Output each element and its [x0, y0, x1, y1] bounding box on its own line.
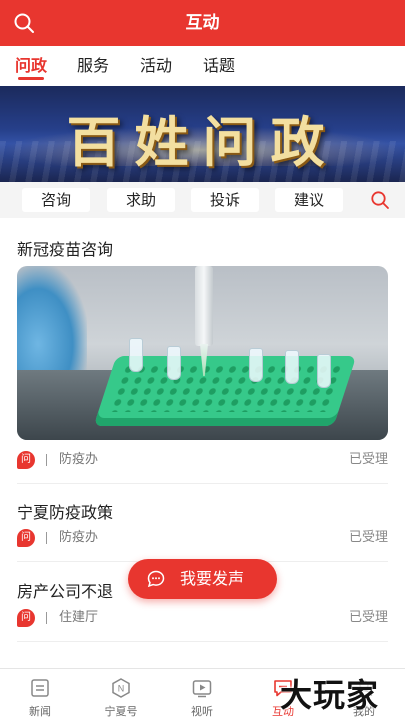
search-icon[interactable] [370, 190, 390, 210]
test-tube [167, 346, 181, 380]
question-badge: 问 [17, 609, 35, 627]
status-label: 已受理 [348, 530, 388, 545]
test-tube [129, 338, 143, 372]
post-meta: 问 防疫办 已受理 [17, 529, 388, 547]
status-label: 已受理 [348, 610, 388, 625]
tab-huati[interactable]: 话题 [203, 52, 235, 76]
department-label: 住建厅 [59, 610, 99, 625]
speak-up-label: 我要发声 [180, 569, 245, 588]
department-label: 防疫办 [59, 530, 99, 545]
video-icon [192, 680, 212, 698]
svg-text:N: N [118, 684, 125, 694]
post-title[interactable]: 宁夏防疫政策 [17, 499, 113, 523]
tab-fuwu[interactable]: 服务 [77, 52, 109, 76]
nav-video[interactable]: 视听 [172, 669, 232, 720]
category-help-button[interactable]: 求助 [107, 188, 175, 212]
divider [17, 483, 388, 484]
divider [17, 641, 388, 642]
watermark: 大玩家 [280, 676, 380, 714]
meta-separator [46, 532, 47, 544]
nav-news-label: 新闻 [29, 705, 51, 718]
category-consult-button[interactable]: 咨询 [22, 188, 90, 212]
post-title[interactable]: 房产公司不退 [17, 578, 113, 602]
banner-title: 百姓问政 [66, 110, 339, 174]
test-tube [317, 354, 331, 388]
meta-separator [46, 612, 47, 624]
page-title: 互动 [185, 13, 220, 33]
tab-huodong[interactable]: 活动 [140, 52, 172, 76]
category-suggest-button[interactable]: 建议 [275, 188, 343, 212]
category-bar: 咨询 求助 投诉 建议 [0, 182, 405, 218]
meta-separator [46, 454, 47, 466]
app-header: 互动 [0, 0, 405, 46]
post-meta: 问 防疫办 已受理 [17, 451, 388, 469]
nav-news[interactable]: 新闻 [10, 669, 70, 720]
speak-up-button[interactable]: 我要发声 [128, 559, 277, 599]
ningxia-hao-icon: N [112, 678, 130, 698]
pipette [195, 266, 213, 346]
nav-video-label: 视听 [191, 705, 213, 718]
post-meta: 问 住建厅 已受理 [17, 609, 388, 627]
question-badge: 问 [17, 451, 35, 469]
post-title[interactable]: 新冠疫苗咨询 [17, 236, 113, 260]
status-label: 已受理 [348, 452, 388, 467]
question-badge: 问 [17, 529, 35, 547]
test-tube [249, 348, 263, 382]
nav-ningxia-hao-label: 宁夏号 [104, 705, 138, 718]
banner[interactable]: 百姓问政 [0, 86, 405, 182]
top-tabs: 问政 服务 活动 话题 [0, 46, 405, 82]
post-image[interactable] [17, 266, 388, 440]
chat-bubble-icon [147, 570, 165, 588]
category-complaint-button[interactable]: 投诉 [191, 188, 259, 212]
tab-wenzheng[interactable]: 问政 [15, 52, 47, 76]
department-label: 防疫办 [59, 452, 99, 467]
nav-ningxia-hao[interactable]: N 宁夏号 [91, 669, 151, 720]
test-tube [285, 350, 299, 384]
news-icon [31, 679, 49, 697]
active-tab-indicator [18, 77, 44, 80]
